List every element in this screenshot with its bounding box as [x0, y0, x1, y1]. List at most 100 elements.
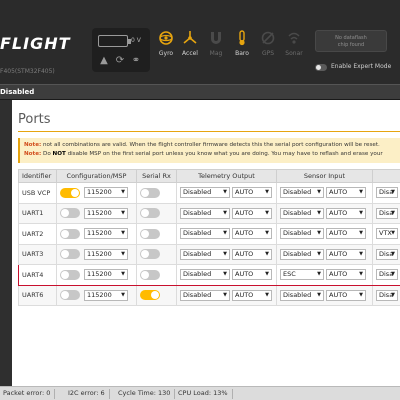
telemetry-select[interactable]: Disabled ▼ — [180, 187, 230, 199]
notes-box: Note: not all combinations are valid. Wh… — [18, 138, 400, 163]
peripherals-select[interactable]: Disa ▼ — [376, 269, 398, 281]
peripherals-select-value: VTX — [379, 229, 392, 238]
telemetry-select[interactable]: Disabled ▼ — [180, 269, 230, 281]
status-strip: Disabled — [0, 84, 400, 100]
sensor-select[interactable]: ESC ▼ — [280, 269, 324, 281]
dropdown-arrow-icon: ▼ — [317, 271, 321, 278]
dropdown-arrow-icon: ▼ — [391, 271, 395, 278]
sensor-baud-select[interactable]: AUTO ▼ — [326, 187, 366, 199]
telemetry-cell: Disabled ▼ AUTO ▼ — [176, 243, 277, 265]
telemetry-baud-select[interactable]: AUTO ▼ — [232, 248, 272, 260]
sensor-baud-select[interactable]: AUTO ▼ — [326, 228, 366, 240]
msp-baud-select[interactable]: 115200 ▼ — [84, 269, 128, 281]
dataflash-status: No dataflash chip found — [315, 30, 387, 52]
msp-toggle[interactable] — [60, 249, 80, 260]
sensor-select[interactable]: Disabled ▼ — [280, 207, 324, 219]
telemetry-select[interactable]: Disabled ▼ — [180, 248, 230, 260]
dropdown-arrow-icon: ▼ — [265, 291, 269, 298]
header-configuration: Configuration/MSP — [56, 169, 137, 183]
serial-rx-toggle[interactable] — [140, 269, 160, 280]
serial-rx-toggle[interactable] — [140, 290, 160, 301]
header-serial-rx: Serial Rx — [136, 169, 177, 183]
peripherals-select[interactable]: Disa ▼ — [376, 289, 398, 301]
dropdown-arrow-icon: ▼ — [121, 250, 125, 257]
configuration-cell: 115200 ▼ — [56, 243, 137, 265]
peripherals-select[interactable]: Disa ▼ — [376, 187, 398, 199]
msp-baud-select[interactable]: 115200 ▼ — [84, 187, 128, 199]
link-icon[interactable]: ⚭ — [130, 55, 142, 67]
accel-icon — [183, 31, 197, 44]
telemetry-select[interactable]: Disabled ▼ — [180, 207, 230, 219]
serial-rx-cell — [136, 223, 177, 245]
msp-toggle[interactable] — [60, 269, 80, 280]
peripherals-select[interactable]: Disa ▼ — [376, 207, 398, 219]
msp-baud-select-value: 115200 — [87, 270, 112, 279]
peripherals-cell: Disa ▼ — [372, 284, 400, 306]
sensor-baud-select-value: AUTO — [329, 229, 348, 238]
dropdown-arrow-icon: ▼ — [317, 189, 321, 196]
port-identifier: UART6 — [18, 284, 57, 306]
sensor-baud-select[interactable]: AUTO ▼ — [326, 289, 366, 301]
telemetry-baud-select[interactable]: AUTO ▼ — [232, 228, 272, 240]
sensor-baud-select-value: AUTO — [329, 208, 348, 217]
port-identifier: UART3 — [18, 243, 57, 265]
msp-baud-select[interactable]: 115200 ▼ — [84, 248, 128, 260]
note-2-key: Note: — [24, 151, 42, 157]
serial-rx-toggle[interactable] — [140, 249, 160, 260]
sensor-select-value: Disabled — [283, 208, 312, 217]
dropdown-arrow-icon: ▼ — [223, 250, 227, 257]
dropdown-arrow-icon: ▼ — [265, 230, 269, 237]
configuration-cell: 115200 ▼ — [56, 223, 137, 245]
expert-mode-toggle[interactable] — [315, 64, 327, 71]
telemetry-select-value: Disabled — [183, 290, 212, 299]
serial-rx-toggle[interactable] — [140, 187, 160, 198]
expert-mode-label: Enable Expert Mode — [331, 63, 392, 70]
sensor-select[interactable]: Disabled ▼ — [280, 289, 324, 301]
msp-baud-select[interactable]: 115200 ▼ — [84, 228, 128, 240]
telemetry-select[interactable]: Disabled ▼ — [180, 289, 230, 301]
serial-rx-toggle[interactable] — [140, 208, 160, 219]
msp-baud-select-value: 115200 — [87, 208, 112, 217]
msp-baud-select[interactable]: 115200 ▼ — [84, 289, 128, 301]
msp-toggle[interactable] — [60, 290, 80, 301]
note-2-post: disable MSP on the first serial port unl… — [65, 151, 383, 157]
telemetry-select[interactable]: Disabled ▼ — [180, 228, 230, 240]
sensor-baro: Baro — [230, 30, 254, 74]
dropdown-arrow-icon: ▼ — [391, 209, 395, 216]
msp-toggle[interactable] — [60, 228, 80, 239]
telemetry-baud-select[interactable]: AUTO ▼ — [232, 289, 272, 301]
serial-rx-toggle[interactable] — [140, 228, 160, 239]
telemetry-baud-select[interactable]: AUTO ▼ — [232, 207, 272, 219]
table-row: USB VCP 115200 ▼ Disabled ▼ AUTO ▼ Disabled ▼ AUT… — [18, 182, 400, 204]
sensor-baud-select-value: AUTO — [329, 249, 348, 258]
sensor-select[interactable]: Disabled ▼ — [280, 228, 324, 240]
note-2-pre: Do — [41, 151, 53, 157]
sensor-cell: Disabled ▼ AUTO ▼ — [276, 223, 373, 245]
cpu-load: CPU Load: 13% — [178, 389, 233, 399]
ports-table: Identifier Configuration/MSP Serial Rx T… — [18, 169, 400, 306]
peripherals-select[interactable]: VTX ▼ — [376, 228, 398, 240]
telemetry-baud-select-value: AUTO — [235, 229, 254, 238]
msp-toggle[interactable] — [60, 187, 80, 198]
dropdown-arrow-icon: ▼ — [121, 291, 125, 298]
sensor-baud-select[interactable]: AUTO ▼ — [326, 269, 366, 281]
sensor-gps: GPS — [256, 30, 280, 74]
dropdown-arrow-icon: ▼ — [317, 250, 321, 257]
sensor-baud-select[interactable]: AUTO ▼ — [326, 207, 366, 219]
sensor-baud-select[interactable]: AUTO ▼ — [326, 248, 366, 260]
peripherals-select[interactable]: Disa ▼ — [376, 248, 398, 260]
sensor-select[interactable]: Disabled ▼ — [280, 248, 324, 260]
dropdown-arrow-icon: ▼ — [391, 291, 395, 298]
dropdown-arrow-icon: ▼ — [265, 250, 269, 257]
note-1-key: Note: — [24, 142, 42, 148]
msp-baud-select[interactable]: 115200 ▼ — [84, 207, 128, 219]
telemetry-baud-select[interactable]: AUTO ▼ — [232, 187, 272, 199]
serial-rx-cell — [136, 182, 177, 204]
telemetry-baud-select[interactable]: AUTO ▼ — [232, 269, 272, 281]
sensor-select[interactable]: Disabled ▼ — [280, 187, 324, 199]
dropdown-arrow-icon: ▼ — [121, 209, 125, 216]
configuration-cell: 115200 ▼ — [56, 284, 137, 306]
sensor-cell: Disabled ▼ AUTO ▼ — [276, 284, 373, 306]
msp-toggle[interactable] — [60, 208, 80, 219]
msp-baud-select-value: 115200 — [87, 229, 112, 238]
